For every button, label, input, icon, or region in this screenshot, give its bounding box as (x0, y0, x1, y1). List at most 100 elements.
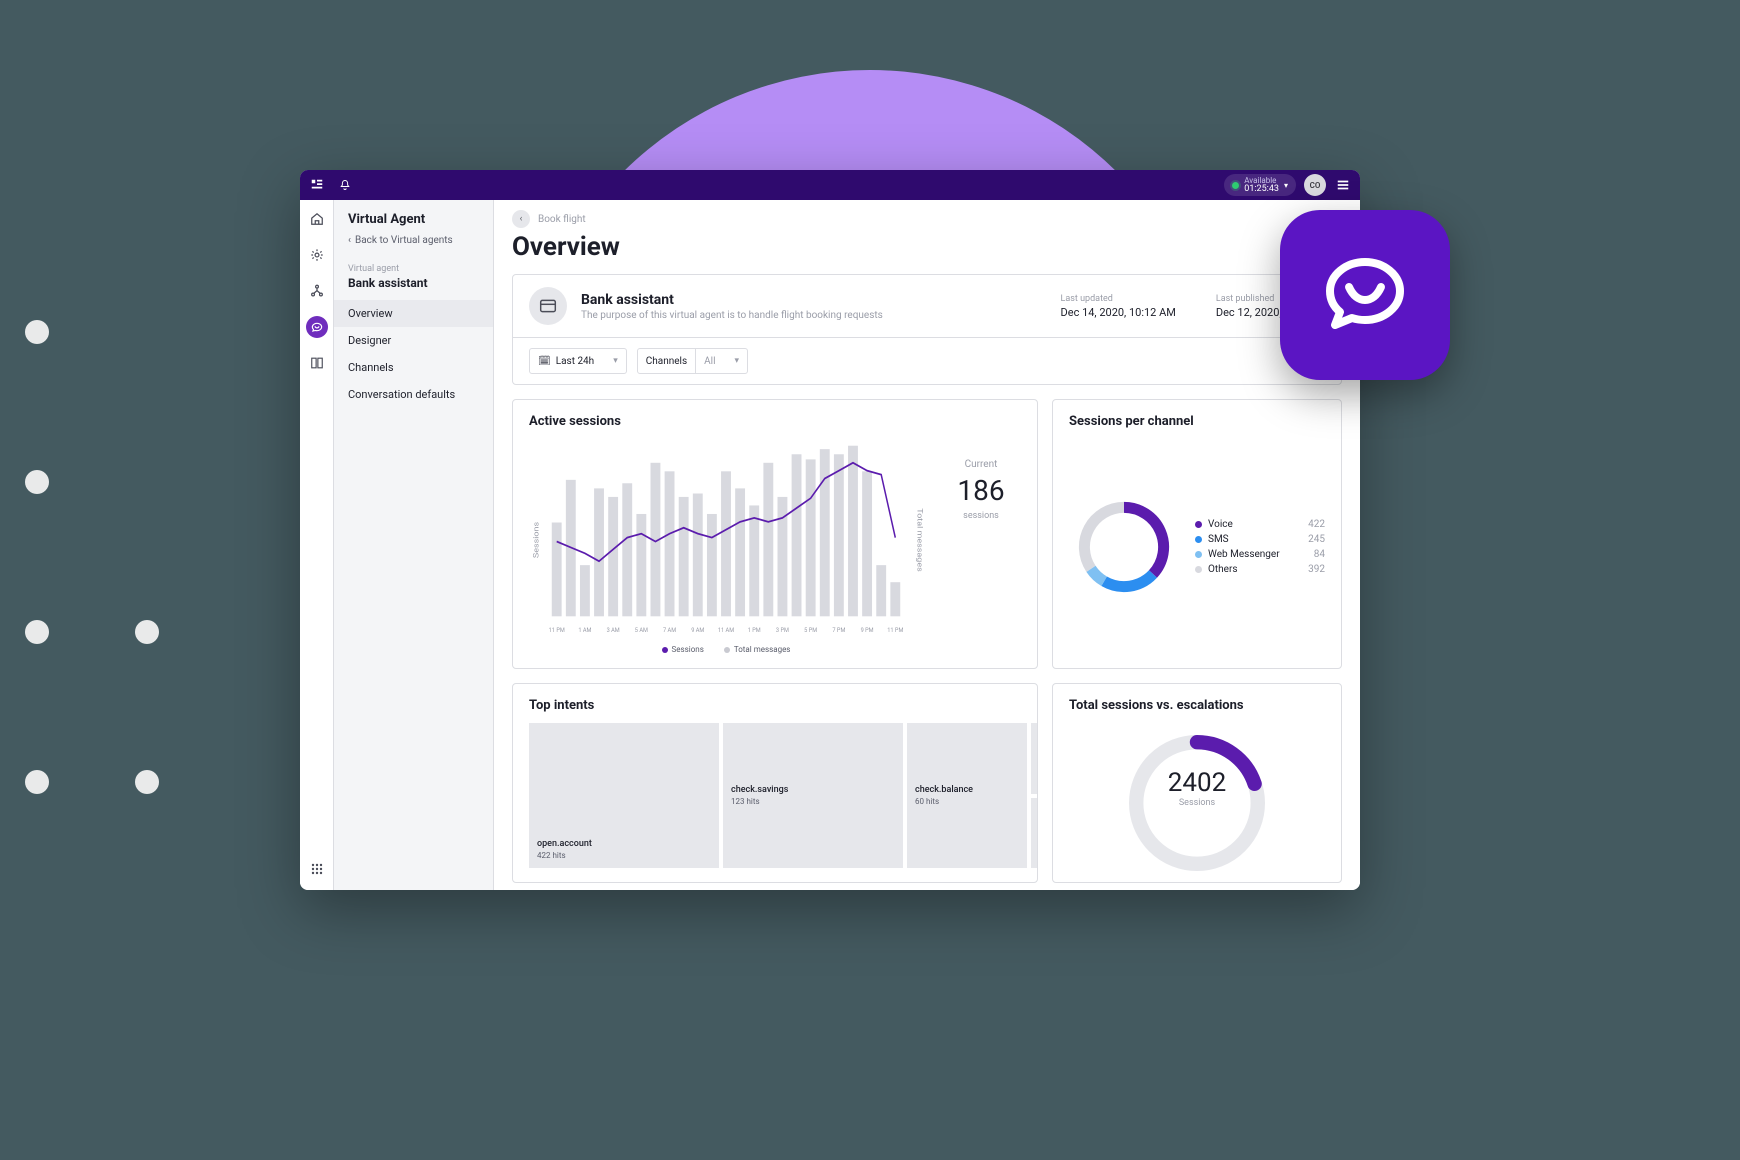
agent-name: Bank assistant (581, 292, 883, 308)
chevron-down-icon: ▾ (1284, 181, 1288, 190)
chevron-down-icon: ▾ (613, 356, 618, 366)
active-sessions-chart: 11 PM1 AM3 AM5 AM7 AM9 AM11 AM1 PM3 PM5 … (529, 439, 923, 641)
user-avatar[interactable]: CO (1304, 174, 1326, 196)
side-agent-name: Bank assistant (348, 276, 479, 290)
svg-text:7 PM: 7 PM (832, 626, 845, 635)
svg-text:Total messages: Total messages (915, 508, 923, 571)
intent-tile[interactable]: open.account422 hits (529, 723, 719, 868)
legend-dot-icon (1195, 566, 1202, 573)
svg-text:Sessions: Sessions (532, 522, 541, 558)
side-heading: Virtual Agent (348, 212, 479, 227)
intent-tile[interactable]: faq.accounts46 hits (1031, 723, 1038, 794)
rail-settings[interactable] (306, 244, 328, 266)
breadcrumb-item[interactable]: Book flight (538, 214, 586, 225)
intent-tile[interactable]: special.requests39 hits (1031, 798, 1038, 869)
bell-icon[interactable] (336, 176, 354, 194)
legend-name: Web Messenger (1208, 549, 1308, 560)
page-title: Overview (512, 232, 1342, 262)
escalations-gauge: 2402 Sessions (1117, 723, 1277, 843)
svg-text:7 AM: 7 AM (663, 626, 676, 635)
side-item-conversation-defaults[interactable]: Conversation defaults (334, 381, 493, 408)
app-logo-icon[interactable] (308, 176, 326, 194)
svg-text:1 AM: 1 AM (578, 626, 591, 635)
time-range-value: Last 24h (556, 356, 595, 367)
back-link-label: Back to Virtual agents (355, 235, 453, 246)
status-time: 01:25:43 (1244, 185, 1279, 194)
legend-name: Others (1208, 564, 1302, 575)
svg-text:11 PM: 11 PM (549, 626, 565, 635)
last-updated-label: Last updated (1061, 294, 1176, 304)
legend-dot-icon (1195, 551, 1202, 558)
breadcrumb-back-button[interactable]: ‹ (512, 210, 530, 228)
card-title: Active sessions (529, 414, 1021, 429)
channels-value: All (704, 356, 715, 367)
intent-hits: 60 hits (915, 797, 1019, 806)
side-item-designer[interactable]: Designer (334, 327, 493, 354)
legend-value: 245 (1308, 534, 1325, 545)
intent-tile[interactable]: check.balance60 hits (907, 723, 1027, 868)
legend-dot-icon (1195, 521, 1202, 528)
current-sub: sessions (941, 511, 1021, 521)
svg-text:11 PM: 11 PM (887, 626, 903, 635)
intent-hits: 123 hits (731, 797, 895, 806)
chevron-down-icon: ▾ (735, 356, 740, 366)
card-top-intents: Top intents open.account422 hitscheck.sa… (512, 683, 1038, 883)
side-item-channels[interactable]: Channels (334, 354, 493, 381)
agent-card-icon (529, 287, 567, 325)
rail-flows[interactable] (306, 280, 328, 302)
legend-sessions: Sessions (672, 645, 704, 654)
titlebar: Available 01:25:43 ▾ CO (300, 170, 1360, 200)
side-panel: Virtual Agent ‹ Back to Virtual agents V… (334, 200, 494, 890)
agent-header-card: Bank assistant The purpose of this virtu… (512, 274, 1342, 385)
calendar-icon: 🗓 (538, 356, 551, 367)
channels-selector[interactable]: Channels All▾ (637, 348, 748, 374)
rail-home[interactable] (306, 208, 328, 230)
card-title: Top intents (529, 698, 1021, 713)
legend-name: SMS (1208, 534, 1302, 545)
rail-apps[interactable] (306, 858, 328, 880)
app-window: Available 01:25:43 ▾ CO Virtual Agent (300, 170, 1360, 890)
svg-text:11 AM: 11 AM (718, 626, 734, 635)
current-value: 186 (941, 474, 1021, 507)
card-escalations: Total sessions vs. escalations 2402 Sess… (1052, 683, 1342, 883)
sessions-per-channel-chart (1069, 492, 1179, 602)
legend-dot-icon (1195, 536, 1202, 543)
legend-row: Voice 422 (1195, 519, 1325, 530)
chevron-left-icon: ‹ (348, 235, 351, 246)
intent-tile[interactable]: check.savings 123 hits (723, 723, 903, 868)
card-title: Sessions per channel (1069, 414, 1325, 429)
side-item-overview[interactable]: Overview (334, 300, 493, 327)
legend-value: 422 (1308, 519, 1325, 530)
card-sessions-per-channel: Sessions per channel Voice 422 SMS 245Web M… (1052, 399, 1342, 669)
legend-total: Total messages (734, 645, 791, 654)
last-updated: Last updated Dec 14, 2020, 10:12 AM (1061, 294, 1176, 319)
availability-status[interactable]: Available 01:25:43 ▾ (1224, 174, 1296, 196)
content-area: ‹ Book flight Overview Bank assistant Th… (494, 200, 1360, 890)
intent-hits: 422 hits (537, 851, 711, 860)
product-app-icon (1280, 210, 1450, 380)
side-item-label: Overview (348, 307, 393, 320)
intent-name: check.savings (731, 785, 895, 795)
card-active-sessions: Active sessions 11 PM1 AM3 AM5 AM7 AM9 A… (512, 399, 1038, 669)
svg-text:5 AM: 5 AM (635, 626, 648, 635)
rail-docs[interactable] (306, 352, 328, 374)
time-range-selector[interactable]: 🗓 Last 24h ▾ (529, 348, 627, 374)
legend-name: Voice (1208, 519, 1302, 530)
legend-value: 392 (1308, 564, 1325, 575)
side-group-label: Virtual agent (348, 264, 479, 274)
svg-text:9 PM: 9 PM (861, 626, 874, 635)
last-updated-value: Dec 14, 2020, 10:12 AM (1061, 306, 1176, 319)
top-intents-treemap: open.account422 hits check.savings 123 hit… (529, 723, 1021, 868)
current-label: Current (941, 459, 1021, 470)
rail-virtual-agent[interactable] (306, 316, 328, 338)
svg-text:1 PM: 1 PM (748, 626, 761, 635)
panel-toggle-icon[interactable] (1334, 176, 1352, 194)
chart-legend: Sessions Total messages (529, 645, 923, 654)
svg-text:3 PM: 3 PM (776, 626, 789, 635)
side-item-label: Conversation defaults (348, 388, 455, 401)
back-link[interactable]: ‹ Back to Virtual agents (348, 235, 479, 246)
nav-rail (300, 200, 334, 890)
svg-text:3 AM: 3 AM (607, 626, 620, 635)
side-item-label: Channels (348, 361, 394, 374)
legend-row: SMS 245 (1195, 534, 1325, 545)
